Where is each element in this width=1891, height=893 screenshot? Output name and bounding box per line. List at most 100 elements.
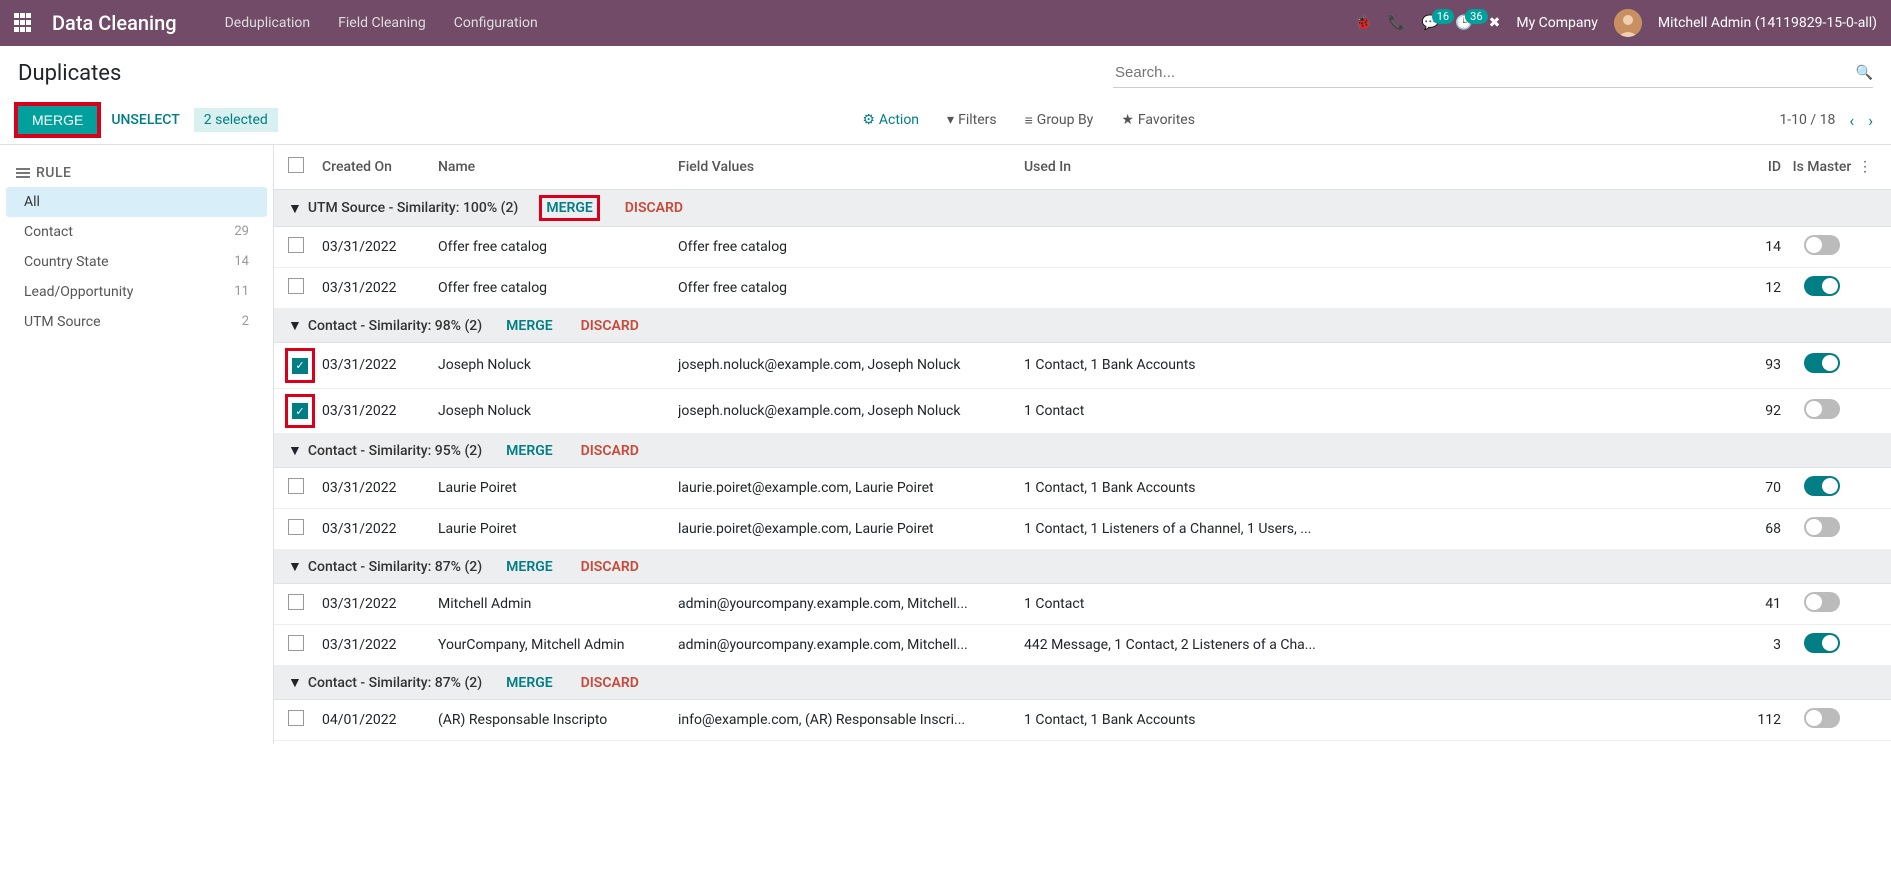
table-row[interactable]: 03/31/2022Laurie Poiretlaurie.poiret@exa… [274,509,1891,550]
select-all-checkbox[interactable] [288,157,304,173]
pager-prev[interactable]: ‹ [1849,111,1854,130]
activities-icon[interactable]: 🕒36 [1455,15,1472,31]
row-checkbox[interactable]: ✓ [292,403,308,419]
master-toggle[interactable]: ✕ [1804,517,1840,537]
group-header[interactable]: ▼ Contact - Similarity: 98% (2)MERGEDISC… [274,309,1891,343]
group-merge-button[interactable]: MERGE [542,198,596,218]
sidebar-header: RULE [6,159,267,187]
row-checkbox[interactable] [288,478,304,494]
master-toggle[interactable]: ✕ [1804,235,1840,255]
table-row[interactable]: 03/31/2022YourCompany, Mitchell Adminadm… [274,625,1891,666]
table-row[interactable]: 03/31/2022Laurie Poiretlaurie.poiret@exa… [274,468,1891,509]
table-row[interactable]: ✓03/31/2022Joseph Noluckjoseph.noluck@ex… [274,343,1891,389]
action-menu[interactable]: ⚙ Action [862,112,919,128]
table-header: Created On Name Field Values Used In ID … [274,145,1891,190]
master-toggle[interactable]: ✓ [1804,353,1840,373]
caret-down-icon[interactable]: ▼ [288,200,302,217]
row-checkbox[interactable] [288,635,304,651]
col-used-in[interactable]: Used In [1024,159,1733,175]
group-header[interactable]: ▼ Contact - Similarity: 87% (2) MERGE DISC… [274,666,1891,700]
col-is-master[interactable]: Is Master [1781,159,1853,175]
hamburger-icon[interactable] [16,168,30,178]
master-toggle[interactable]: ✕ [1804,399,1840,419]
table-row[interactable]: 04/01/2022(AR) Responsable Inscriptoinfo… [274,700,1891,741]
row-checkbox[interactable] [288,594,304,610]
cell-id: 12 [1733,280,1781,296]
user-menu[interactable]: Mitchell Admin (14119829-15-0-all) [1658,15,1877,31]
cell-field-values: Offer free catalog [678,280,1024,296]
group-header[interactable]: ▼ Contact - Similarity: 95% (2)MERGEDISC… [274,434,1891,468]
filters-menu[interactable]: ▾ Filters [947,112,997,128]
group-discard-button[interactable]: DISCARD [581,443,639,459]
caret-down-icon[interactable]: ▼ [288,317,302,334]
caret-down-icon[interactable]: ▼ [288,442,302,459]
apps-icon[interactable] [14,13,34,33]
tools-icon[interactable]: ✖ [1489,15,1501,31]
row-checkbox[interactable]: ✓ [292,358,308,374]
group-header[interactable]: ▼ Contact - Similarity: 87% (2)MERGEDISC… [274,550,1891,584]
list-view: Created On Name Field Values Used In ID … [274,145,1891,744]
nav-configuration[interactable]: Configuration [454,15,538,31]
nav-field-cleaning[interactable]: Field Cleaning [338,15,426,31]
group-discard-button[interactable]: DISCARD [581,675,639,691]
group-merge-button[interactable]: MERGE [506,318,552,334]
table-row[interactable]: 03/31/2022Offer free catalogOffer free c… [274,268,1891,309]
funnel-icon: ▾ [947,112,954,128]
unselect-button[interactable]: UNSELECT [111,112,179,128]
master-toggle[interactable]: ✓ [1804,276,1840,296]
phone-icon[interactable]: 📞 [1388,15,1405,31]
master-toggle[interactable]: ✓ [1804,476,1840,496]
row-checkbox[interactable] [288,710,304,726]
master-toggle[interactable]: ✕ [1804,708,1840,728]
row-checkbox[interactable] [288,278,304,294]
group-discard-button[interactable]: DISCARD [581,559,639,575]
pager-next[interactable]: › [1868,111,1873,130]
sidebar-item[interactable]: Lead/Opportunity11 [6,277,267,307]
company-switcher[interactable]: My Company [1516,15,1598,31]
cell-field-values: admin@yourcompany.example.com, Mitchell.… [678,637,1024,653]
group-merge-button[interactable]: MERGE [506,675,552,691]
messages-icon[interactable]: 💬16 [1422,15,1439,31]
cell-name: Laurie Poiret [438,480,678,496]
col-id[interactable]: ID [1733,159,1781,175]
table-row[interactable]: ✓03/31/2022Joseph Noluckjoseph.noluck@ex… [274,389,1891,435]
caret-down-icon[interactable]: ▼ [288,674,302,691]
avatar[interactable] [1614,9,1642,37]
group-discard-button[interactable]: DISCARD [581,318,639,334]
group-header[interactable]: ▼ UTM Source - Similarity: 100% (2)MERGE… [274,190,1891,227]
table-row[interactable]: 03/31/2022Mitchell Adminadmin@yourcompan… [274,584,1891,625]
table-row[interactable]: 03/31/2022Offer free catalogOffer free c… [274,227,1891,268]
bug-icon[interactable]: 🐞 [1355,15,1372,31]
search-icon[interactable]: 🔍 [1856,65,1873,81]
col-name[interactable]: Name [438,159,678,175]
col-options-icon[interactable]: ⋮ [1853,159,1877,175]
group-merge-button[interactable]: MERGE [506,559,552,575]
search-input[interactable] [1113,58,1856,87]
nav-deduplication[interactable]: Deduplication [225,15,311,31]
app-title[interactable]: Data Cleaning [52,11,177,35]
caret-down-icon[interactable]: ▼ [288,558,302,575]
cell-used-in: 1 Contact, 1 Bank Accounts [1024,712,1733,728]
master-toggle[interactable]: ✕ [1804,592,1840,612]
group-title: Contact - Similarity: 87% (2) [308,675,482,691]
group-merge-button[interactable]: MERGE [506,443,552,459]
group-discard-button[interactable]: DISCARD [625,200,683,216]
favorites-menu[interactable]: ★ Favorites [1121,112,1195,128]
cell-id: 41 [1733,596,1781,612]
master-toggle[interactable]: ✓ [1804,633,1840,653]
sidebar-item[interactable]: Contact29 [6,217,267,247]
col-created[interactable]: Created On [322,159,438,175]
merge-button[interactable]: MERGE [18,106,97,134]
search-bar[interactable]: 🔍 [1113,58,1873,88]
cell-name: (AR) Responsable Inscripto [438,712,678,728]
sidebar-item[interactable]: UTM Source2 [6,307,267,337]
sidebar-item[interactable]: All [6,187,267,217]
cell-created: 03/31/2022 [322,403,438,419]
groupby-menu[interactable]: ≡ Group By [1025,112,1094,129]
col-field-values[interactable]: Field Values [678,159,1024,175]
row-checkbox[interactable] [288,519,304,535]
row-checkbox[interactable] [288,237,304,253]
sidebar-item[interactable]: Country State14 [6,247,267,277]
cell-used-in: 1 Contact, 1 Bank Accounts [1024,357,1733,373]
pager-text[interactable]: 1-10 / 18 [1779,112,1835,128]
